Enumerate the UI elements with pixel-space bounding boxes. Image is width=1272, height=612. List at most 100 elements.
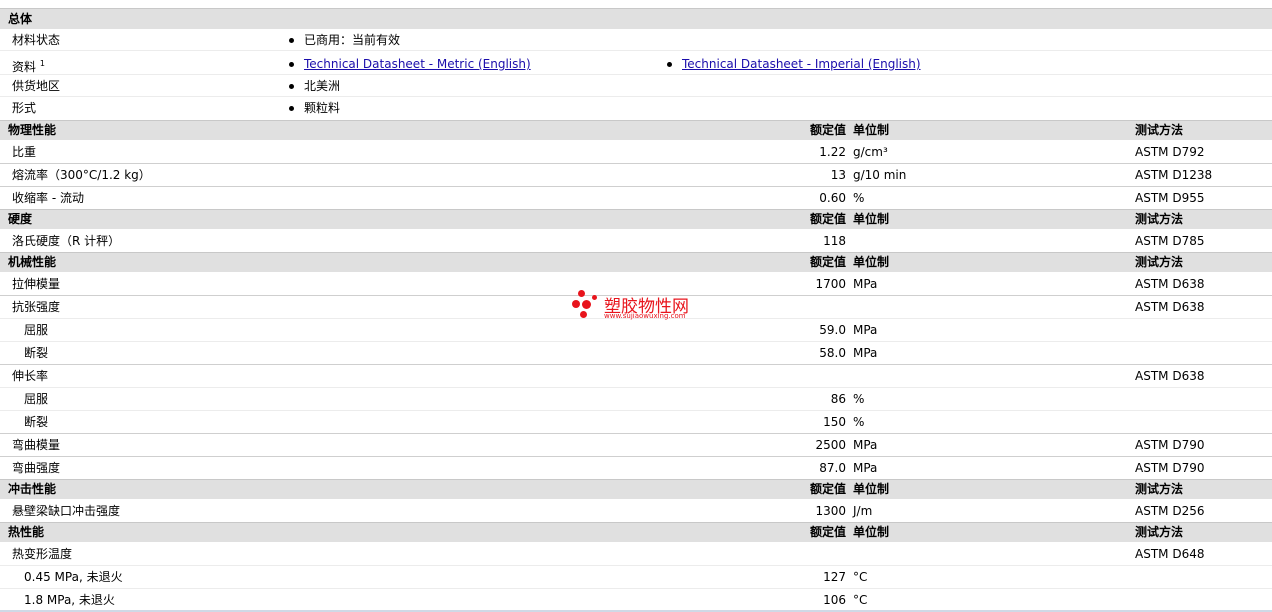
test-method: ASTM D638 [1135,300,1205,314]
property-label: 熔流率（300°C/1.2 kg） [12,168,151,182]
bullet-icon [289,38,294,43]
row-specific-gravity: 比重 1.22 g/cm³ ASTM D792 [0,140,1272,164]
property-value: 颗粒料 [304,101,341,115]
property-unit: g/cm³ [853,145,888,159]
section-title: 冲击性能 [8,482,57,496]
test-method: ASTM D955 [1135,191,1205,205]
property-value: 150 [823,415,846,429]
property-unit: g/10 min [853,168,907,182]
property-label: 热变形温度 [12,547,73,561]
column-header-test: 测试方法 [1135,525,1184,539]
column-header-value: 额定值 [809,123,846,137]
property-unit: °C [853,593,868,607]
property-value: 86 [830,392,846,406]
property-label: 断裂 [24,415,49,429]
property-label: 拉伸模量 [12,277,61,291]
property-value: 1700 [815,277,846,291]
column-header-value: 额定值 [809,255,846,269]
property-unit: MPa [853,346,878,360]
row-flexural-modulus: 弯曲模量 2500 MPa ASTM D790 [0,434,1272,457]
property-value: 北美洲 [304,79,341,93]
column-header-test: 测试方法 [1135,255,1184,269]
property-unit: J/m [853,504,873,518]
property-unit: % [853,191,865,205]
row-region: 供货地区 北美洲 [0,75,1272,97]
test-method: ASTM D648 [1135,547,1205,561]
property-value: 13 [830,168,846,182]
property-label: 供货地区 [12,79,61,93]
row-hdt-045: 0.45 MPa, 未退火 127 °C [0,566,1272,589]
row-elongation: 伸长率 ASTM D638 [0,365,1272,388]
section-header-physical: 物理性能 额定值 单位制 测试方法 [0,120,1272,140]
section-header-general: 总体 [0,8,1272,29]
column-header-test: 测试方法 [1135,482,1184,496]
property-label: 形式 [12,101,37,115]
property-label: 材料状态 [12,33,61,47]
footnote-marker: 1 [39,59,45,68]
top-spacer [0,0,1272,8]
test-method: ASTM D638 [1135,369,1205,383]
row-documents: 资料 1 Technical Datasheet - Metric (Engli… [0,52,1272,75]
property-label: 弯曲强度 [12,461,61,475]
metric-datasheet-link[interactable]: Technical Datasheet - Metric (English) [304,52,531,76]
property-unit: % [853,392,865,406]
property-value: 2500 [815,438,846,452]
column-header-unit: 单位制 [853,212,890,226]
row-elongation-break: 断裂 150 % [0,411,1272,434]
section-title: 总体 [8,12,33,26]
test-method: ASTM D638 [1135,277,1205,291]
property-value: 0.60 [819,191,846,205]
property-label: 1.8 MPa, 未退火 [24,593,115,607]
property-unit: MPa [853,277,878,291]
property-label: 洛氏硬度（R 计秤） [12,234,121,248]
property-label: 屈服 [24,323,49,337]
row-tensile-break: 断裂 58.0 MPa [0,342,1272,365]
imperial-datasheet-link[interactable]: Technical Datasheet - Imperial (English) [682,52,921,76]
column-header-unit: 单位制 [853,255,890,269]
bullet-icon [289,62,294,67]
section-header-impact: 冲击性能 额定值 单位制 测试方法 [0,479,1272,499]
watermark-url: www.sujiaowuxing.com [604,312,686,320]
test-method: ASTM D1238 [1135,168,1213,182]
column-header-test: 测试方法 [1135,212,1184,226]
property-label: 0.45 MPa, 未退火 [24,570,123,584]
section-header-hardness: 硬度 额定值 单位制 测试方法 [0,209,1272,229]
row-hdt-18: 1.8 MPa, 未退火 106 °C [0,589,1272,610]
property-value: 118 [823,234,846,248]
column-header-unit: 单位制 [853,123,890,137]
section-title: 物理性能 [8,123,57,137]
column-header-value: 额定值 [809,525,846,539]
row-rockwell: 洛氏硬度（R 计秤） 118 ASTM D785 [0,229,1272,252]
property-value: 1.22 [819,145,846,159]
property-label: 断裂 [24,346,49,360]
property-value: 87.0 [819,461,846,475]
section-header-mechanical: 机械性能 额定值 单位制 测试方法 [0,252,1272,272]
bullet-icon [289,84,294,89]
property-label: 悬壁梁缺口冲击强度 [12,504,121,518]
column-header-value: 额定值 [809,212,846,226]
row-elongation-yield: 屈服 86 % [0,388,1272,411]
test-method: ASTM D785 [1135,234,1205,248]
section-header-thermal: 热性能 额定值 单位制 测试方法 [0,522,1272,542]
column-header-value: 额定值 [809,482,846,496]
property-label: 抗张强度 [12,300,61,314]
row-melt-flow: 熔流率（300°C/1.2 kg） 13 g/10 min ASTM D1238 [0,164,1272,187]
bullet-icon [289,106,294,111]
test-method: ASTM D790 [1135,461,1205,475]
row-material-status: 材料状态 已商用：当前有效 [0,29,1272,51]
property-value: 106 [823,593,846,607]
row-flexural-strength: 弯曲强度 87.0 MPa ASTM D790 [0,457,1272,479]
property-value: 1300 [815,504,846,518]
property-unit: MPa [853,461,878,475]
section-title: 硬度 [8,212,33,226]
test-method: ASTM D256 [1135,504,1205,518]
property-unit: MPa [853,438,878,452]
column-header-unit: 单位制 [853,525,890,539]
section-title: 热性能 [8,525,45,539]
row-izod: 悬壁梁缺口冲击强度 1300 J/m ASTM D256 [0,499,1272,522]
row-form: 形式 颗粒料 [0,97,1272,120]
bullet-icon [667,62,672,67]
property-unit: % [853,415,865,429]
property-value: 59.0 [819,323,846,337]
property-label: 伸长率 [12,369,49,383]
